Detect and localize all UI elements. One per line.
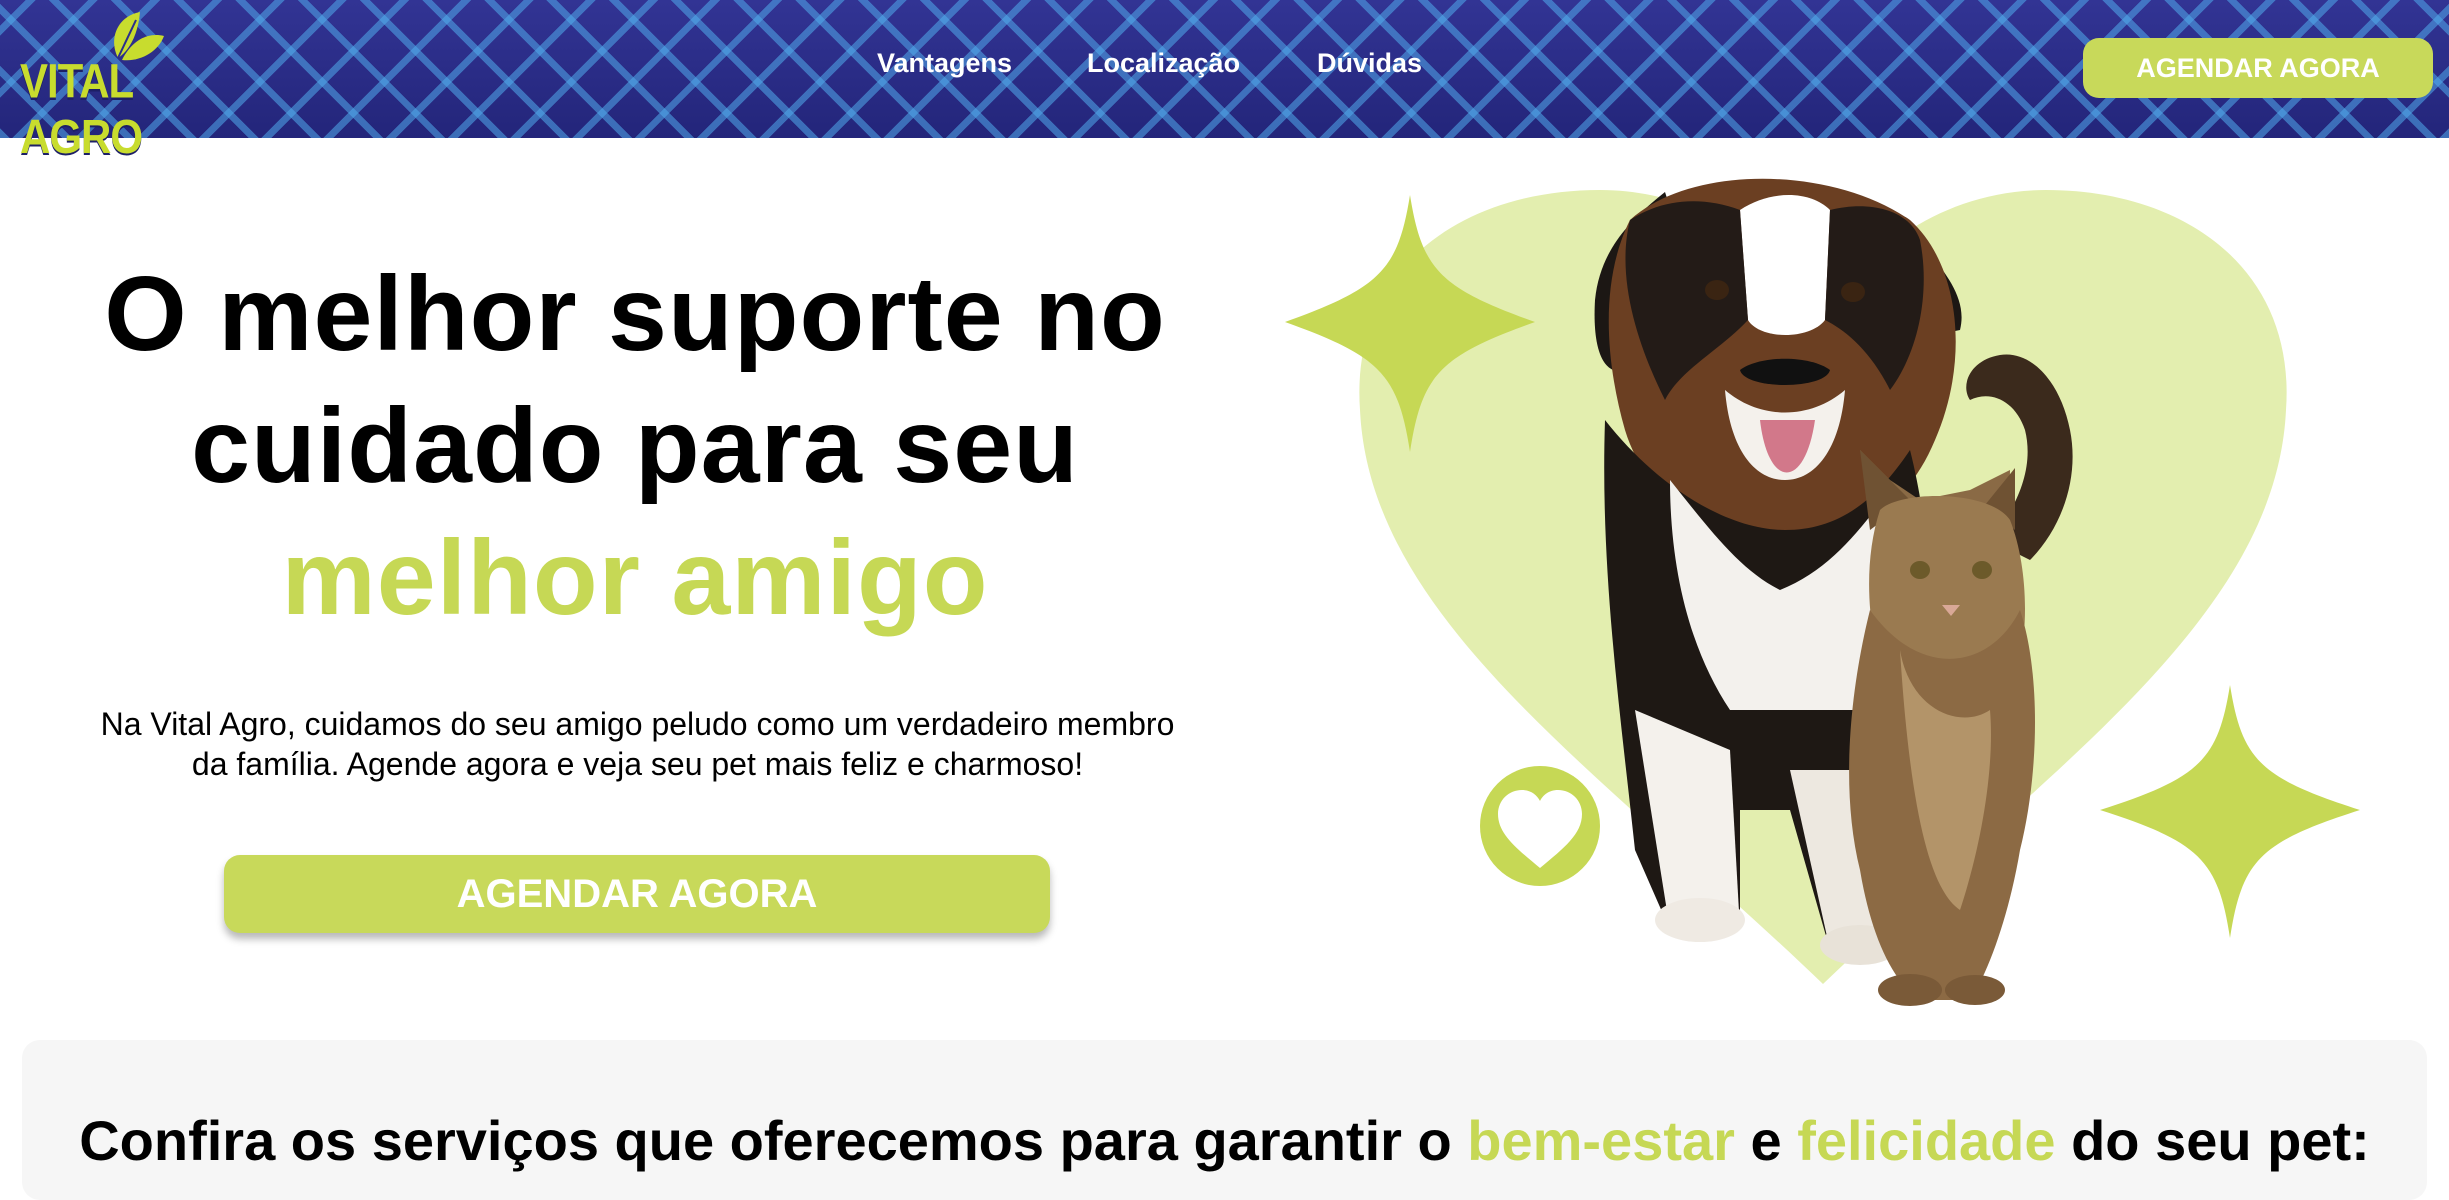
nav-item-localizacao[interactable]: Localização — [1087, 48, 1240, 79]
sparkle-icon — [2100, 685, 2360, 938]
hero-description-line-2: da família. Agende agora e veja seu pet … — [191, 746, 1084, 782]
hero-title: O melhor suporte no cuidado para seu mel… — [40, 248, 1230, 644]
hero-title-line-1: O melhor suporte no — [104, 255, 1166, 373]
header-schedule-button[interactable]: AGENDAR AGORA — [2083, 38, 2433, 98]
hero-illustration — [1270, 150, 2449, 1010]
services-title: Confira os serviços que oferecemos para … — [0, 1108, 2449, 1173]
hero-schedule-button[interactable]: AGENDAR AGORA — [224, 855, 1050, 933]
hero-description: Na Vital Agro, cuidamos do seu amigo pel… — [30, 704, 1245, 784]
services-title-part-3: do seu pet: — [2055, 1109, 2370, 1172]
nav-item-vantagens[interactable]: Vantagens — [877, 48, 1012, 79]
hero-title-line-2: cuidado para seu — [191, 387, 1079, 505]
logo[interactable]: VITAL AGRO — [20, 8, 220, 163]
services-title-part-1: Confira os serviços que oferecemos para … — [79, 1109, 1468, 1172]
nav-item-duvidas[interactable]: Dúvidas — [1317, 48, 1422, 79]
hero-title-accent: melhor amigo — [281, 519, 989, 637]
services-title-part-2: e — [1734, 1109, 1798, 1172]
services-title-highlight-wellbeing: bem-estar — [1467, 1109, 1735, 1172]
logo-text: VITAL AGRO — [20, 54, 143, 164]
site-header: VITAL AGRO Vantagens Localização Dúvidas… — [0, 0, 2449, 163]
hero-description-line-1: Na Vital Agro, cuidamos do seu amigo pel… — [100, 706, 1175, 742]
services-title-highlight-happiness: felicidade — [1797, 1109, 2056, 1172]
